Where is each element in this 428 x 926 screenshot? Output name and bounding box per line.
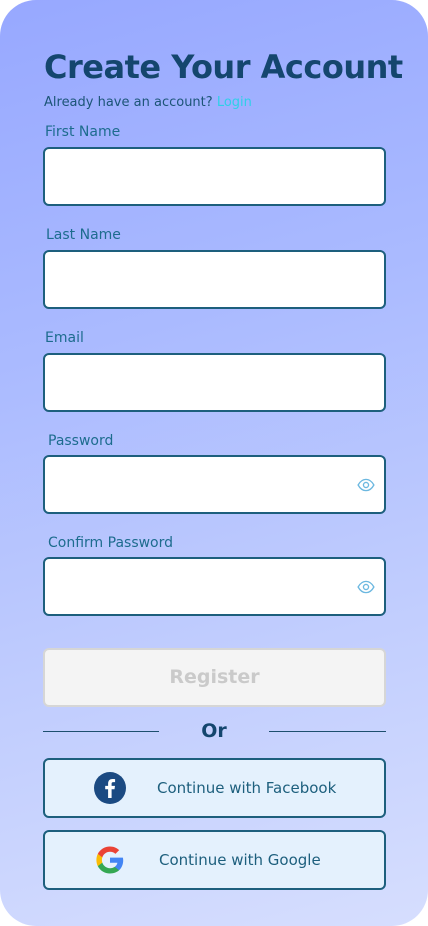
register-button[interactable]: Register xyxy=(43,648,386,707)
confirm-password-label: Confirm Password xyxy=(48,535,174,551)
continue-with-google-button[interactable]: Continue with Google xyxy=(43,830,386,890)
divider-line-right xyxy=(269,731,386,732)
password-input[interactable] xyxy=(45,457,384,512)
page-title: Create Your Account xyxy=(44,48,403,86)
last-name-label: Last Name xyxy=(46,227,121,243)
password-label: Password xyxy=(48,433,114,449)
email-input[interactable] xyxy=(45,355,384,410)
confirm-password-input[interactable] xyxy=(45,559,384,614)
divider-line-left xyxy=(43,731,159,732)
confirm-password-field xyxy=(43,557,386,616)
or-divider-label: Or xyxy=(201,720,227,742)
last-name-input[interactable] xyxy=(45,252,384,307)
password-field xyxy=(43,455,386,514)
eye-icon[interactable] xyxy=(357,476,375,494)
facebook-icon xyxy=(94,772,126,804)
create-account-screen: Create Your Account Already have an acco… xyxy=(0,0,428,926)
login-link[interactable]: Login xyxy=(217,95,252,110)
eye-icon[interactable] xyxy=(357,578,375,596)
signin-prompt: Already have an account? xyxy=(44,95,213,110)
signin-row: Already have an account? Login xyxy=(44,95,252,110)
facebook-button-label: Continue with Facebook xyxy=(157,779,337,797)
first-name-field xyxy=(43,147,386,206)
google-icon xyxy=(96,846,124,874)
first-name-label: First Name xyxy=(45,124,121,140)
email-field xyxy=(43,353,386,412)
first-name-input[interactable] xyxy=(45,149,384,204)
last-name-field xyxy=(43,250,386,309)
google-button-label: Continue with Google xyxy=(159,851,321,869)
email-label: Email xyxy=(45,330,84,346)
continue-with-facebook-button[interactable]: Continue with Facebook xyxy=(43,758,386,818)
